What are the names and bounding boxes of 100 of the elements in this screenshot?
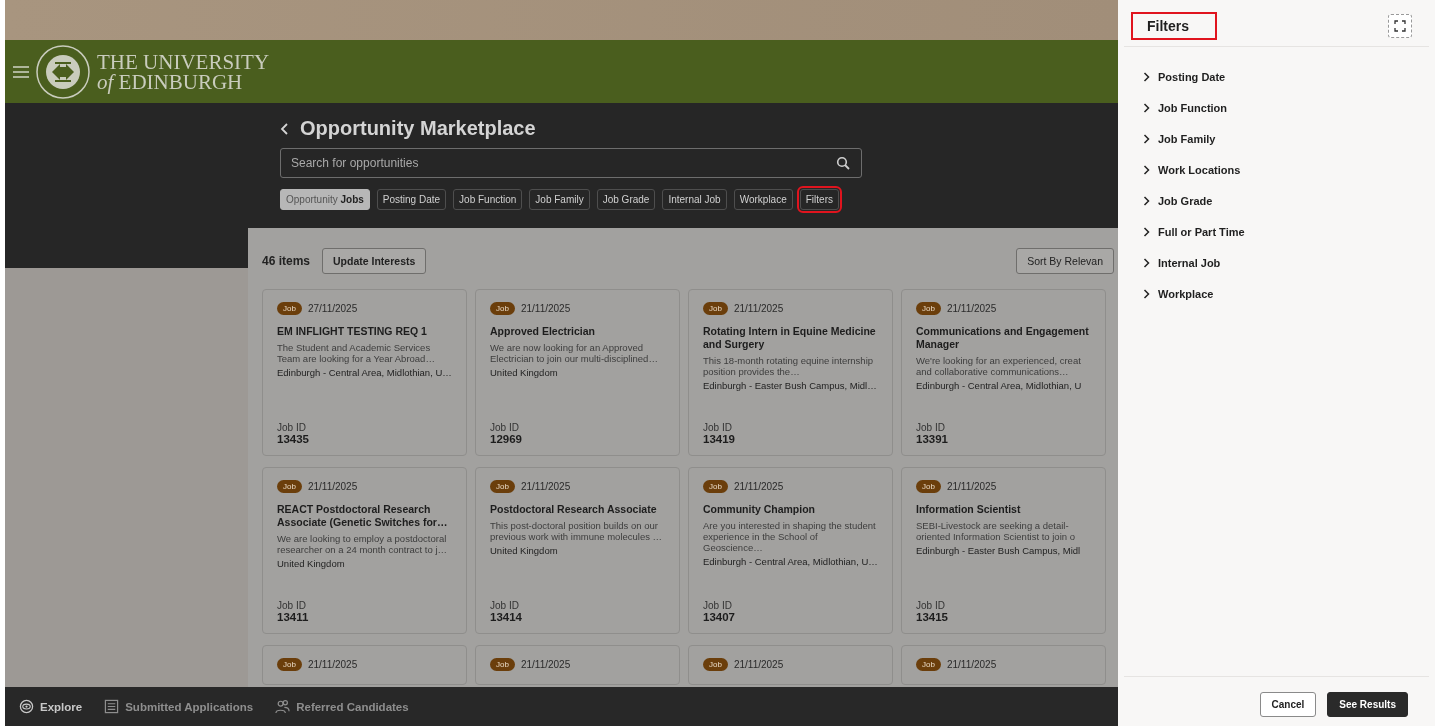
job-id-label: Job ID — [277, 600, 307, 611]
job-description: We're looking for an experienced, creat and collaborative communications… — [916, 355, 1082, 377]
job-id-label: Job ID — [703, 600, 733, 611]
job-badge: Job — [703, 302, 728, 315]
job-location: Edinburgh - Central Area, Midlothian, U — [916, 380, 1083, 391]
filter-chip[interactable]: Opportunity Jobs — [280, 189, 370, 210]
job-id-label: Job ID — [916, 600, 946, 611]
filter-section[interactable]: Internal Job — [1143, 257, 1435, 269]
job-card[interactable]: Job 21/11/2025 Postdoctoral Research Associate This post-doctoral position builds on our previous work with immune molecules … United Kingdom Job ID 13414 — [475, 467, 680, 634]
job-card[interactable]: Job 21/11/2025 — [475, 645, 680, 685]
cancel-button[interactable]: Cancel — [1259, 692, 1317, 717]
job-badge: Job — [703, 480, 728, 493]
job-location: Edinburgh - Central Area, Midlothian, U… — [277, 367, 452, 378]
job-id-label: Job ID — [490, 422, 520, 433]
search-field[interactable]: Search for opportunities — [280, 148, 862, 178]
job-title: Rotating Intern in Equine Medicine and Surgery — [703, 325, 877, 351]
job-description: SEBI-Livestock are seeking a detail-oriented Information Scientist to join o — [916, 520, 1076, 542]
job-location: United Kingdom — [490, 367, 559, 378]
filter-section[interactable]: Job Family — [1143, 133, 1435, 145]
job-title: REACT Postdoctoral Research Associate (Genetic Switches for… — [277, 503, 449, 529]
job-location: Edinburgh - Easter Bush Campus, Midl… — [703, 380, 878, 391]
job-title: Approved Electrician — [490, 325, 597, 338]
job-id: 13391 — [916, 433, 949, 445]
crest-logo — [35, 43, 91, 100]
posting-date: 27/11/2025 — [307, 303, 358, 314]
job-id-label: Job ID — [916, 422, 946, 433]
job-title: Postdoctoral Research Associate — [490, 503, 658, 516]
menu-icon[interactable] — [13, 65, 29, 78]
job-card[interactable]: Job 21/11/2025 REACT Postdoctoral Research Associate (Genetic Switches for… We are looking to employ a postdoctoral researcher on a 24 month contract to j… United Kingdom Job ID 13411 — [262, 467, 467, 634]
job-id: 13411 — [277, 611, 310, 623]
job-description: This post-doctoral position builds on our previous work with immune molecules … — [490, 520, 664, 542]
job-location: Edinburgh - Central Area, Midlothian, U… — [703, 556, 878, 567]
job-card[interactable]: Job 21/11/2025 — [901, 645, 1106, 685]
job-id-label: Job ID — [277, 422, 307, 433]
nav-tab[interactable]: Submitted Applications — [104, 699, 254, 714]
filter-chip[interactable]: Posting Date — [376, 189, 447, 210]
job-description: We are now looking for an Approved Electrician to join our multi-disciplined… — [490, 342, 659, 364]
panel-title: Filters — [1133, 14, 1215, 38]
job-badge: Job — [916, 658, 941, 671]
expand-button[interactable] — [1388, 14, 1412, 38]
filter-chip[interactable]: Filters — [799, 189, 839, 210]
filter-chip[interactable]: Job Family — [529, 189, 590, 210]
job-location: United Kingdom — [490, 545, 559, 556]
logo-text: of EDINBURGH — [97, 71, 244, 92]
job-title: EM INFLIGHT TESTING REQ 1 — [277, 325, 428, 338]
posting-date: 21/11/2025 — [733, 659, 784, 670]
job-badge: Job — [277, 480, 302, 493]
posting-date: 21/11/2025 — [520, 481, 571, 492]
job-location: United Kingdom — [277, 558, 346, 569]
job-badge: Job — [490, 658, 515, 671]
job-badge: Job — [277, 658, 302, 671]
job-card[interactable]: Job 21/11/2025 Approved Electrician We are now looking for an Approved Electrician to join our multi-disciplined… United Kingdom Job ID 12969 — [475, 289, 680, 456]
job-id: 13407 — [703, 611, 736, 623]
filter-chip[interactable]: Job Grade — [596, 189, 656, 210]
filter-section[interactable]: Job Function — [1143, 102, 1435, 114]
posting-date: 21/11/2025 — [307, 481, 358, 492]
filter-section[interactable]: Posting Date — [1143, 71, 1435, 83]
job-description: We are looking to employ a postdoctoral researcher on a 24 month contract to j… — [277, 533, 449, 555]
update-interests-button[interactable]: Update Interests — [322, 248, 427, 274]
page-title: Opportunity Marketplace — [300, 117, 536, 140]
job-card[interactable]: Job 21/11/2025 Communications and Engagement Manager We're looking for an experienced, creat and collaborative communications… Edinburgh - Central Area, Midlothian, U Job ID 13391 — [901, 289, 1106, 456]
job-badge: Job — [703, 658, 728, 671]
nav-tab[interactable]: Explore — [19, 699, 83, 714]
filter-chip[interactable]: Workplace — [733, 189, 793, 210]
job-card[interactable]: Job 21/11/2025 Information Scientist SEBI-Livestock are seeking a detail-oriented Information Scientist to join o Edinburgh - Easter Bush Campus, Midl Job ID 13415 — [901, 467, 1106, 634]
job-badge: Job — [916, 480, 941, 493]
job-card[interactable]: Job 21/11/2025 — [262, 645, 467, 685]
job-card[interactable]: Job 21/11/2025 Rotating Intern in Equine Medicine and Surgery This 18-month rotating equine internship position provides the… Edinburgh - Easter Bush Campus, Midl… Job ID 13419 — [688, 289, 893, 456]
job-id: 12969 — [490, 433, 523, 445]
job-badge: Job — [916, 302, 941, 315]
filter-section[interactable]: Full or Part Time — [1143, 226, 1435, 238]
job-description: Are you interested in shaping the student experience in the School of Geoscience… — [703, 520, 877, 553]
job-id: 13435 — [277, 433, 310, 445]
job-title: Communications and Engagement Manager — [916, 325, 1090, 351]
back-icon[interactable] — [280, 121, 290, 136]
eye-icon — [19, 699, 34, 714]
job-card[interactable]: Job 21/11/2025 — [688, 645, 893, 685]
filter-chip[interactable]: Job Function — [453, 189, 523, 210]
job-id-label: Job ID — [490, 600, 520, 611]
list-icon — [104, 699, 120, 714]
see-results-button[interactable]: See Results — [1327, 692, 1408, 717]
people-icon — [275, 699, 291, 714]
nav-tab[interactable]: Referred Candidates — [275, 699, 409, 714]
expand-icon — [1394, 20, 1406, 32]
job-description: This 18-month rotating equine internship position provides the… — [703, 355, 875, 377]
filter-section[interactable]: Work Locations — [1143, 164, 1435, 176]
search-icon[interactable] — [836, 156, 850, 170]
sort-button[interactable]: Sort By Relevan — [1016, 248, 1114, 274]
filter-section[interactable]: Workplace — [1143, 288, 1435, 300]
job-id: 13415 — [916, 611, 949, 623]
job-location: Edinburgh - Easter Bush Campus, Midl — [916, 545, 1082, 556]
filter-section[interactable]: Job Grade — [1143, 195, 1435, 207]
item-count: 46 items — [262, 254, 311, 268]
posting-date: 21/11/2025 — [307, 659, 358, 670]
job-card[interactable]: Job 21/11/2025 Community Champion Are you interested in shaping the student experience in the School of Geoscience… Edinburgh - Central Area, Midlothian, U… Job ID 13407 — [688, 467, 893, 634]
job-card[interactable]: Job 27/11/2025 EM INFLIGHT TESTING REQ 1 The Student and Academic Services Team are looking for a Year Abroad… Edinburgh - Central Area, Midlothian, U… Job ID 13435 — [262, 289, 467, 456]
posting-date: 21/11/2025 — [946, 481, 997, 492]
filter-chip[interactable]: Internal Job — [662, 189, 727, 210]
job-badge: Job — [490, 302, 515, 315]
logo-text: THE UNIVERSITY — [97, 51, 270, 72]
